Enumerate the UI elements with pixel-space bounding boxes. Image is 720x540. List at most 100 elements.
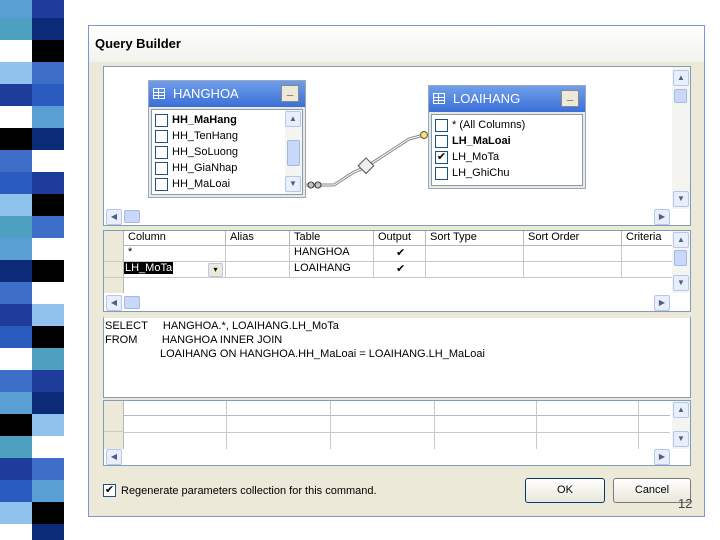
sql-line[interactable]: FROM HANGHOA INNER JOIN (105, 334, 282, 346)
column-checkbox[interactable] (155, 145, 168, 159)
grid-header-cell[interactable]: Output (374, 231, 426, 246)
decorative-square (0, 348, 32, 370)
regenerate-checkbox[interactable]: ✔ (103, 484, 116, 497)
diagram-pane[interactable]: HANGHOA _ HH_MaHang HH_TenHang HH_SoLuong H… (103, 66, 691, 226)
results-pane[interactable]: ▲ ▼ ◀ ▶ (103, 400, 691, 466)
scroll-thumb[interactable] (674, 250, 687, 266)
row-selector[interactable] (104, 262, 124, 278)
scroll-right-icon[interactable]: ▶ (654, 449, 670, 465)
grid-header-cell[interactable]: Table (290, 231, 374, 246)
decorative-square (32, 128, 64, 150)
decorative-square (32, 40, 64, 62)
decorative-square (0, 414, 32, 436)
scroll-thumb[interactable] (124, 296, 140, 309)
column-item[interactable]: * (All Columns) (432, 117, 582, 133)
table-loaihang[interactable]: LOAIHANG _ * (All Columns) LH_MaLoai ✔ LH_M… (428, 85, 586, 189)
column-checkbox[interactable] (435, 166, 448, 180)
column-item[interactable]: HH_TenHang (152, 128, 302, 144)
column-item[interactable]: HH_SoLuong (152, 144, 302, 160)
decorative-square (0, 238, 32, 260)
decorative-square (32, 370, 64, 392)
scroll-right-icon[interactable]: ▶ (654, 209, 670, 225)
decorative-square (32, 392, 64, 414)
grid-header-cell[interactable]: Alias (226, 231, 290, 246)
table-loaihang-header[interactable]: LOAIHANG _ (429, 86, 585, 112)
column-item[interactable]: LH_GhiChu (432, 165, 582, 181)
decorative-square (0, 458, 32, 480)
scroll-left-icon[interactable]: ◀ (106, 295, 122, 311)
column-checkbox[interactable]: ✔ (435, 150, 448, 164)
grid-header-cell[interactable]: Sort Type (426, 231, 524, 246)
column-checkbox[interactable] (155, 129, 168, 143)
scroll-up-icon[interactable]: ▲ (673, 70, 689, 86)
grid-cell[interactable]: ✔ (374, 262, 426, 278)
decorative-square (0, 282, 32, 304)
grid-header: Column Alias Table Output Sort Type Sort Orde… (124, 231, 690, 246)
decorative-square (0, 172, 32, 194)
scroll-up-icon[interactable]: ▲ (673, 232, 689, 248)
column-label: HH_TenHang (172, 130, 239, 142)
decorative-square (32, 84, 64, 106)
decorative-square (0, 436, 32, 458)
row-selector[interactable] (104, 246, 124, 262)
grid-cell[interactable] (524, 246, 622, 262)
column-label: LH_MoTa (452, 151, 500, 163)
column-checkbox[interactable] (435, 134, 448, 148)
sql-line[interactable]: LOAIHANG ON HANGHOA.HH_MaLoai = LOAIHANG… (105, 348, 485, 360)
grid-header-cell[interactable]: Column (124, 231, 226, 246)
decorative-square (0, 326, 32, 348)
table-hanghoa-header[interactable]: HANGHOA _ (149, 81, 305, 107)
minimize-button[interactable]: _ (561, 90, 579, 107)
scroll-left-icon[interactable]: ◀ (106, 209, 122, 225)
scroll-thumb[interactable] (674, 89, 687, 103)
grid-cell[interactable] (524, 262, 622, 278)
sql-pane[interactable]: SELECT HANGHOA.*, LOAIHANG.LH_MoTa FROM … (103, 316, 691, 398)
grid-cell[interactable] (426, 246, 524, 262)
scroll-up-icon[interactable]: ▲ (285, 111, 301, 127)
join-line[interactable] (304, 127, 434, 197)
column-item[interactable]: ✔ LH_MoTa (432, 149, 582, 165)
decorative-strip (0, 0, 64, 540)
column-item[interactable]: HH_GiaNhap (152, 160, 302, 176)
scroll-down-icon[interactable]: ▼ (673, 431, 689, 447)
ok-button[interactable]: OK (525, 478, 605, 503)
selected-column-value[interactable]: LH_MoTa (124, 262, 174, 274)
scroll-down-icon[interactable]: ▼ (673, 191, 689, 207)
grid-header-cell[interactable]: Sort Order (524, 231, 622, 246)
scroll-left-icon[interactable]: ◀ (106, 449, 122, 465)
sql-line[interactable]: SELECT HANGHOA.*, LOAIHANG.LH_MoTa (105, 320, 339, 332)
minimize-button[interactable]: _ (281, 85, 299, 102)
column-item[interactable]: LH_MaLoai (432, 133, 582, 149)
grid-cell[interactable]: ✔ (374, 246, 426, 262)
row-selector[interactable] (104, 416, 124, 432)
column-checkbox[interactable] (155, 113, 168, 127)
regenerate-label[interactable]: Regenerate parameters collection for thi… (121, 485, 377, 497)
grid-cell[interactable] (226, 246, 290, 262)
grid-cell[interactable] (226, 262, 290, 278)
decorative-square (0, 84, 32, 106)
scroll-thumb[interactable] (287, 140, 300, 166)
decorative-square (32, 436, 64, 458)
table-icon (153, 88, 165, 99)
grid-cell[interactable]: * (124, 246, 226, 262)
scroll-down-icon[interactable]: ▼ (673, 275, 689, 291)
column-checkbox[interactable] (155, 161, 168, 175)
column-checkbox[interactable] (435, 118, 448, 132)
scroll-down-icon[interactable]: ▼ (285, 176, 301, 192)
scroll-thumb[interactable] (124, 210, 140, 223)
column-item[interactable]: HH_MaLoai (152, 176, 302, 192)
grid-pane[interactable]: Column Alias Table Output Sort Type Sort Orde… (103, 230, 691, 312)
scroll-right-icon[interactable]: ▶ (654, 295, 670, 311)
grid-cell[interactable]: HANGHOA (290, 246, 374, 262)
decorative-square (0, 304, 32, 326)
dropdown-arrow-icon[interactable]: ▾ (208, 263, 223, 277)
grid-cell[interactable]: LOAIHANG (290, 262, 374, 278)
decorative-square (32, 304, 64, 326)
column-checkbox[interactable] (155, 177, 168, 191)
decorative-square (0, 392, 32, 414)
decorative-square (32, 260, 64, 282)
grid-cell[interactable] (426, 262, 524, 278)
table-hanghoa[interactable]: HANGHOA _ HH_MaHang HH_TenHang HH_SoLuong H… (148, 80, 306, 198)
scroll-up-icon[interactable]: ▲ (673, 402, 689, 418)
column-item[interactable]: HH_MaHang (152, 112, 302, 128)
